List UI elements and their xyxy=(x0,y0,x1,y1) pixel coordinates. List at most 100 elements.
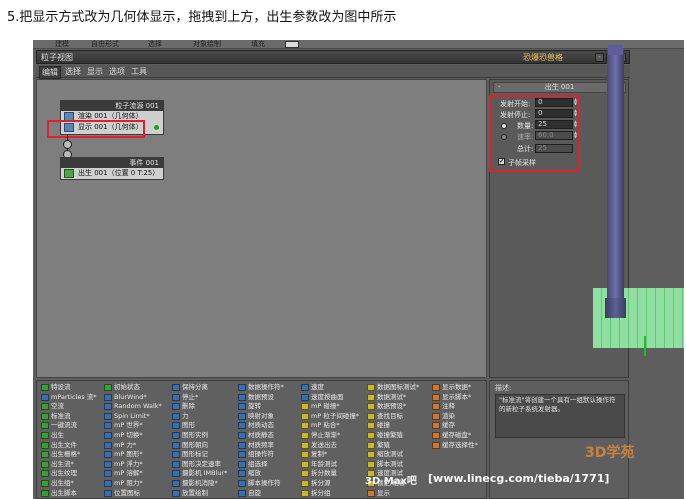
depot-operator-item[interactable]: 复制* xyxy=(300,450,359,460)
depot-operator-item[interactable]: 自旋 xyxy=(237,489,284,499)
depot-operator-item[interactable]: 缓存磁盘* xyxy=(431,431,478,441)
display-enabled-dot-icon[interactable] xyxy=(154,125,159,130)
menu-options[interactable]: 选项 xyxy=(107,66,127,77)
depot-operator-item[interactable]: 出生文件 xyxy=(40,441,97,451)
operator-icon xyxy=(104,412,112,420)
event-display-canvas[interactable]: 粒子流源 001 渲染 001（几何体） 显示 001（几何体） 事件 001 … xyxy=(36,79,487,378)
tab-object-paint[interactable]: 对象绘制 xyxy=(193,40,221,49)
depot-operator-item[interactable]: 摄影机消隐* xyxy=(171,479,227,489)
depot-operator-item[interactable]: 材质动态 xyxy=(237,421,284,431)
depot-operator-item[interactable]: 放置绘制 xyxy=(171,489,227,499)
depot-operator-item[interactable]: 显示 xyxy=(366,489,419,499)
depot-operator-item[interactable]: 数据测试* xyxy=(366,393,419,403)
operator-label: mP 浮力* xyxy=(114,459,143,468)
depot-operator-item[interactable]: 图形决定速率 xyxy=(171,460,227,470)
ribbon-tabs: 建模 自由形式 选择 对象绘制 填充 xyxy=(33,40,684,49)
depot-operator-item[interactable]: Spin Limit* xyxy=(103,412,162,422)
depot-operator-item[interactable]: 碰撞繁殖 xyxy=(366,431,419,441)
depot-operator-item[interactable]: mP 切换* xyxy=(103,431,162,441)
tab-freeform[interactable]: 自由形式 xyxy=(91,40,119,49)
depot-operator-item[interactable]: 显示数据* xyxy=(431,383,478,393)
depot-operator-item[interactable]: 出生纹理 xyxy=(40,469,97,479)
depot-operator-item[interactable]: 脚本操作符 xyxy=(237,479,284,489)
depot-operator-item[interactable]: mP 力* xyxy=(103,441,162,451)
depot-operator-item[interactable]: 缩放 xyxy=(237,469,284,479)
depot-operator-item[interactable]: mP 粘合* xyxy=(300,421,359,431)
depot-operator-item[interactable]: 停止渐渐* xyxy=(300,431,359,441)
depot-operator-item[interactable]: mP 浮力* xyxy=(103,460,162,470)
depot-operator-item[interactable]: 年龄测试 xyxy=(300,460,359,470)
depot-operator-item[interactable]: mP 碰撞* xyxy=(300,402,359,412)
depot-operator-item[interactable]: 特设流 xyxy=(40,383,97,393)
depot-operator-item[interactable]: 渲染 xyxy=(431,412,478,422)
ribbon-toggle-icon[interactable] xyxy=(285,41,299,48)
depot-operator-item[interactable]: 拆分组 xyxy=(300,489,359,499)
depot-operator-item[interactable]: 数据预设 xyxy=(237,393,284,403)
depot-operator-item[interactable]: 显示脚本* xyxy=(431,393,478,403)
depot-operator-item[interactable]: 保持分离 xyxy=(171,383,227,393)
depot-operator-item[interactable]: 繁殖 xyxy=(366,441,419,451)
depot-operator-item[interactable]: 删除 xyxy=(171,402,227,412)
depot-operator-item[interactable]: 出生流* xyxy=(40,460,97,470)
depot-operator-item[interactable]: 速度按曲面 xyxy=(300,393,359,403)
depot-operator-item[interactable]: 材质静态 xyxy=(237,431,284,441)
depot-operator-item[interactable]: 组操作符 xyxy=(237,450,284,460)
depot-operator-item[interactable]: mP 世界* xyxy=(103,421,162,431)
depot-operator-item[interactable]: 摄影机 IMBlur* xyxy=(171,469,227,479)
depot-operator-item[interactable]: 图形标记 xyxy=(171,450,227,460)
output-socket-icon[interactable] xyxy=(63,140,72,149)
menu-display[interactable]: 显示 xyxy=(85,66,105,77)
depot-operator-item[interactable]: 发送出去 xyxy=(300,441,359,451)
depot-operator-item[interactable]: 碰撞 xyxy=(366,421,419,431)
menu-edit[interactable]: 编辑 xyxy=(39,66,61,79)
birth-operator-row[interactable]: 出生 001（位置 0 T:25） xyxy=(61,168,163,179)
depot-operator-item[interactable]: 图形 xyxy=(171,421,227,431)
depot-operator-item[interactable]: 图形朝向 xyxy=(171,441,227,451)
menu-tools[interactable]: 工具 xyxy=(129,66,149,77)
depot-operator-item[interactable]: 缓存选择性* xyxy=(431,441,478,451)
depot-operator-item[interactable]: mP 图形* xyxy=(103,450,162,460)
depot-operator-item[interactable]: 一键流流 xyxy=(40,421,97,431)
depot-operator-item[interactable]: 数据操作符* xyxy=(237,383,284,393)
depot-operator-item[interactable]: 出生组* xyxy=(40,479,97,489)
depot-operator-item[interactable]: 拆分数量 xyxy=(300,469,359,479)
depot-operator-item[interactable]: 出生脚本 xyxy=(40,489,97,499)
tab-populate[interactable]: 填充 xyxy=(251,40,265,49)
depot-operator-item[interactable]: 旋转 xyxy=(237,402,284,412)
depot-operator-item[interactable]: BlurWind* xyxy=(103,393,162,403)
depot-operator-item[interactable]: 力 xyxy=(171,412,227,422)
operator-icon xyxy=(104,441,112,449)
depot-operator-item[interactable]: 出生栅格* xyxy=(40,450,97,460)
tab-modeling[interactable]: 建模 xyxy=(55,40,69,49)
depot-operator-item[interactable]: 材质频率 xyxy=(237,441,284,451)
depot-operator-item[interactable]: 缓存 xyxy=(431,421,478,431)
event-node[interactable]: 事件 001 出生 001（位置 0 T:25） xyxy=(60,157,164,180)
depot-operator-item[interactable]: 出生 xyxy=(40,431,97,441)
depot-operator-item[interactable]: mParticles 流* xyxy=(40,393,97,403)
depot-operator-item[interactable]: 速度 xyxy=(300,383,359,393)
menu-select[interactable]: 选择 xyxy=(63,66,83,77)
depot-operator-item[interactable]: 位置图标 xyxy=(103,489,162,499)
depot-operator-item[interactable]: 查找目标 xyxy=(366,412,419,422)
depot-operator-item[interactable]: 注释 xyxy=(431,402,478,412)
tab-selection[interactable]: 选择 xyxy=(148,40,162,49)
depot-operator-item[interactable]: 拆分源 xyxy=(300,479,359,489)
depot-operator-item[interactable]: 初始状态 xyxy=(103,383,162,393)
depot-operator-item[interactable]: 缩放测试 xyxy=(366,450,419,460)
depot-operator-item[interactable]: 标准流 xyxy=(40,412,97,422)
depot-operator-item[interactable]: mP 溶解* xyxy=(103,469,162,479)
depot-operator-item[interactable]: 脚本测试 xyxy=(366,460,419,470)
depot-operator-item[interactable]: 数据图标测试* xyxy=(366,383,419,393)
depot-operator-item[interactable]: 组选择 xyxy=(237,460,284,470)
3d-viewport[interactable] xyxy=(630,50,684,499)
depot-operator-item[interactable]: mP 粒子间碰撞* xyxy=(300,412,359,422)
operator-label: 渲染 xyxy=(442,411,455,420)
depot-operator-item[interactable]: 映射对象 xyxy=(237,412,284,422)
window-minimize-icon[interactable]: - xyxy=(595,53,604,62)
depot-operator-item[interactable]: 图形实例 xyxy=(171,431,227,441)
depot-operator-item[interactable]: 数据预设* xyxy=(366,402,419,412)
depot-operator-item[interactable]: 停止* xyxy=(171,393,227,403)
depot-operator-item[interactable]: 空流 xyxy=(40,402,97,412)
depot-operator-item[interactable]: mP 阻力* xyxy=(103,479,162,489)
depot-operator-item[interactable]: Random Walk* xyxy=(103,402,162,412)
